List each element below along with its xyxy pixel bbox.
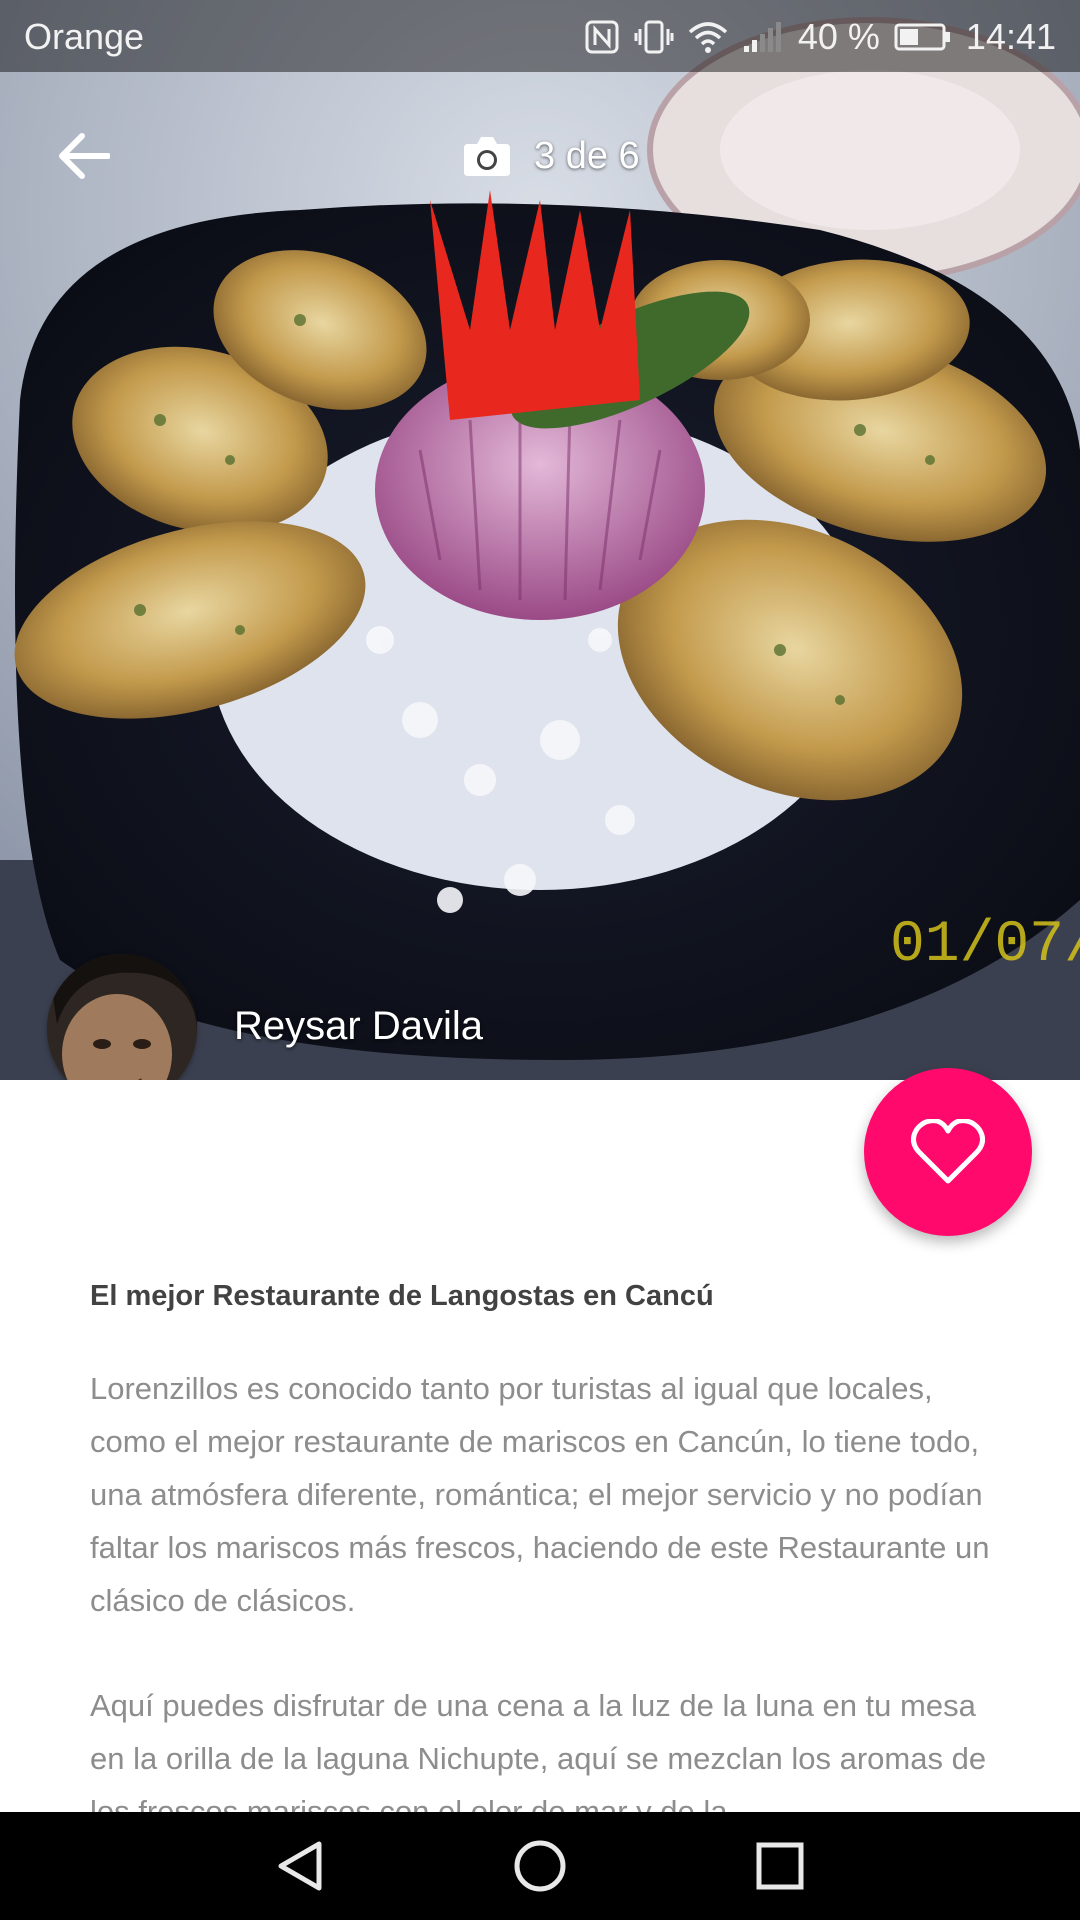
article-paragraph: Aquí puedes disfrutar de una cena a la l… [90,1688,987,1812]
vibrate-icon [634,19,674,55]
status-icons: 40 % 14:41 [584,12,1056,62]
battery-text: 40 % [797,16,880,57]
camera-icon [464,137,510,176]
nfc-icon [584,19,620,55]
article: El mejor Restaurante de Langostas en Can… [90,1270,990,1812]
nav-back-button[interactable] [250,1826,350,1906]
carrier-name: Orange [24,16,145,57]
circle-home-icon [514,1840,566,1892]
hero-photo[interactable]: 01/07/2 Orange 40 % 14:41 [0,0,1080,1080]
square-recents-icon [756,1842,804,1890]
top-app-bar: 3 de 6 [0,100,1080,212]
article-paragraph: Lorenzillos es conocido tanto por turist… [90,1371,990,1618]
signal-icon [742,20,784,54]
favorite-button[interactable] [864,1068,1032,1236]
clock: 14:41 [965,16,1056,57]
arrow-left-icon [59,133,110,179]
photo-date-stamp: 01/07/2 [890,913,1080,978]
article-title: El mejor Restaurante de Langostas en Can… [90,1280,714,1312]
system-nav-bar [0,1812,1080,1920]
nav-home-button[interactable] [490,1826,590,1906]
battery-icon [894,22,952,52]
status-bar: Orange 40 % 14:41 [0,0,1080,72]
triangle-back-icon [278,1841,322,1891]
nav-recents-button[interactable] [730,1826,830,1906]
wifi-icon [688,20,728,54]
photo-counter-text: 3 de 6 [534,134,640,177]
back-button[interactable] [40,122,128,190]
photo-counter: 3 de 6 [462,130,640,182]
author-name[interactable]: Reysar Davila [234,1004,483,1049]
heart-icon [911,1119,985,1184]
